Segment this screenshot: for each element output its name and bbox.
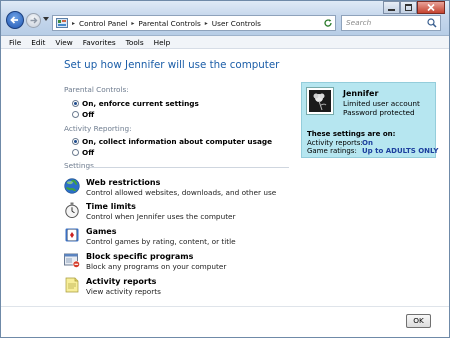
activity-reports-value: On [362, 139, 373, 147]
close-icon [427, 3, 435, 12]
radio-unselected-icon[interactable] [72, 111, 79, 118]
control-panel-icon [56, 18, 68, 28]
menu-view[interactable]: View [55, 38, 72, 47]
stopwatch-icon [65, 202, 79, 218]
radio-label: Off [82, 148, 95, 157]
menu-favorites[interactable]: Favorites [83, 38, 116, 47]
ok-button[interactable]: OK [406, 314, 431, 328]
menu-tools[interactable]: Tools [126, 38, 144, 47]
page-title: Set up how Jennifer will use the compute… [64, 59, 280, 71]
search-icon[interactable] [427, 18, 437, 28]
search-input[interactable]: Search [341, 15, 441, 31]
breadcrumb-separator: ▸ [204, 19, 208, 27]
parental-controls-label: Parental Controls: [64, 85, 129, 94]
maximize-button[interactable] [400, 1, 417, 14]
activity-reporting-label: Activity Reporting: [64, 124, 132, 133]
breadcrumb-separator: ▸ [72, 19, 76, 27]
radio-label: On, enforce current settings [82, 99, 199, 108]
parental-controls-on-radio[interactable]: On, enforce current settings [72, 99, 199, 108]
setting-title[interactable]: Games [86, 227, 117, 236]
setting-description: Control when Jennifer uses the computer [86, 212, 236, 221]
activity-reporting-off-radio[interactable]: Off [72, 148, 94, 157]
setting-games[interactable]: Games Control games by rating, content, … [64, 227, 294, 249]
back-button[interactable] [6, 11, 24, 29]
account-type: Limited user account [343, 99, 420, 108]
menu-file[interactable]: File [9, 38, 21, 47]
address-bar[interactable]: ▸ Control Panel ▸ Parental Controls ▸ Us… [52, 15, 336, 31]
menu-help[interactable]: Help [154, 38, 171, 47]
flower-avatar-icon [313, 93, 327, 111]
radio-selected-icon[interactable] [72, 138, 79, 145]
minimize-button[interactable] [383, 1, 400, 14]
parental-controls-window: ▸ Control Panel ▸ Parental Controls ▸ Us… [0, 0, 450, 338]
game-ratings-label: Game ratings: [307, 147, 357, 155]
settings-on-heading: These settings are on: [307, 130, 396, 138]
radio-label: On, collect information about computer u… [82, 137, 273, 146]
search-placeholder: Search [346, 18, 372, 27]
radio-label: Off [82, 110, 95, 119]
setting-time-limits[interactable]: Time limits Control when Jennifer uses t… [64, 202, 294, 224]
maximize-icon [405, 4, 412, 11]
password-status: Password protected [343, 108, 415, 117]
parental-controls-off-radio[interactable]: Off [72, 110, 94, 119]
game-ratings-value: Up to ADULTS ONLY [362, 147, 439, 155]
settings-section-label: Settings [64, 161, 94, 170]
refresh-icon[interactable] [323, 18, 333, 28]
back-arrow-icon [10, 16, 18, 24]
window-controls [383, 1, 445, 14]
setting-title[interactable]: Block specific programs [86, 252, 193, 261]
close-button[interactable] [417, 1, 445, 14]
setting-description: Block any programs on your computer [86, 262, 227, 271]
playing-card-icon [65, 228, 79, 242]
history-dropdown-icon[interactable] [43, 17, 49, 21]
radio-unselected-icon[interactable] [72, 149, 79, 156]
title-bar: ▸ Control Panel ▸ Parental Controls ▸ Us… [1, 1, 449, 36]
minimize-icon [388, 9, 395, 11]
footer-divider [1, 306, 449, 307]
radio-selected-icon[interactable] [72, 100, 79, 107]
setting-block-programs[interactable]: Block specific programs Block any progra… [64, 252, 294, 274]
avatar[interactable] [306, 87, 334, 115]
setting-web-restrictions[interactable]: Web restrictions Control allowed website… [64, 178, 294, 200]
breadcrumb-control-panel[interactable]: Control Panel [79, 19, 127, 28]
globe-icon [64, 178, 80, 194]
settings-divider [91, 167, 289, 168]
breadcrumb-parental-controls[interactable]: Parental Controls [138, 19, 200, 28]
activity-reports-label: Activity reports: [307, 139, 363, 147]
report-document-icon [65, 277, 79, 293]
breadcrumb-user-controls[interactable]: User Controls [212, 19, 261, 28]
setting-description: Control allowed websites, downloads, and… [86, 188, 277, 197]
setting-title[interactable]: Time limits [86, 202, 136, 211]
user-name: Jennifer [343, 89, 379, 98]
forward-button[interactable] [26, 13, 41, 28]
menu-edit[interactable]: Edit [31, 38, 45, 47]
setting-title[interactable]: Activity reports [86, 277, 156, 286]
setting-title[interactable]: Web restrictions [86, 178, 160, 187]
menu-bar: File Edit View Favorites Tools Help [1, 36, 449, 49]
setting-activity-reports[interactable]: Activity reports View activity reports [64, 277, 294, 299]
program-window-icon [64, 253, 80, 268]
setting-description: Control games by rating, content, or tit… [86, 237, 236, 246]
setting-description: View activity reports [86, 287, 161, 296]
forward-arrow-icon [30, 17, 38, 24]
activity-reporting-on-radio[interactable]: On, collect information about computer u… [72, 137, 272, 146]
user-summary-panel: Jennifer Limited user account Password p… [301, 82, 439, 158]
breadcrumb-separator: ▸ [131, 19, 135, 27]
